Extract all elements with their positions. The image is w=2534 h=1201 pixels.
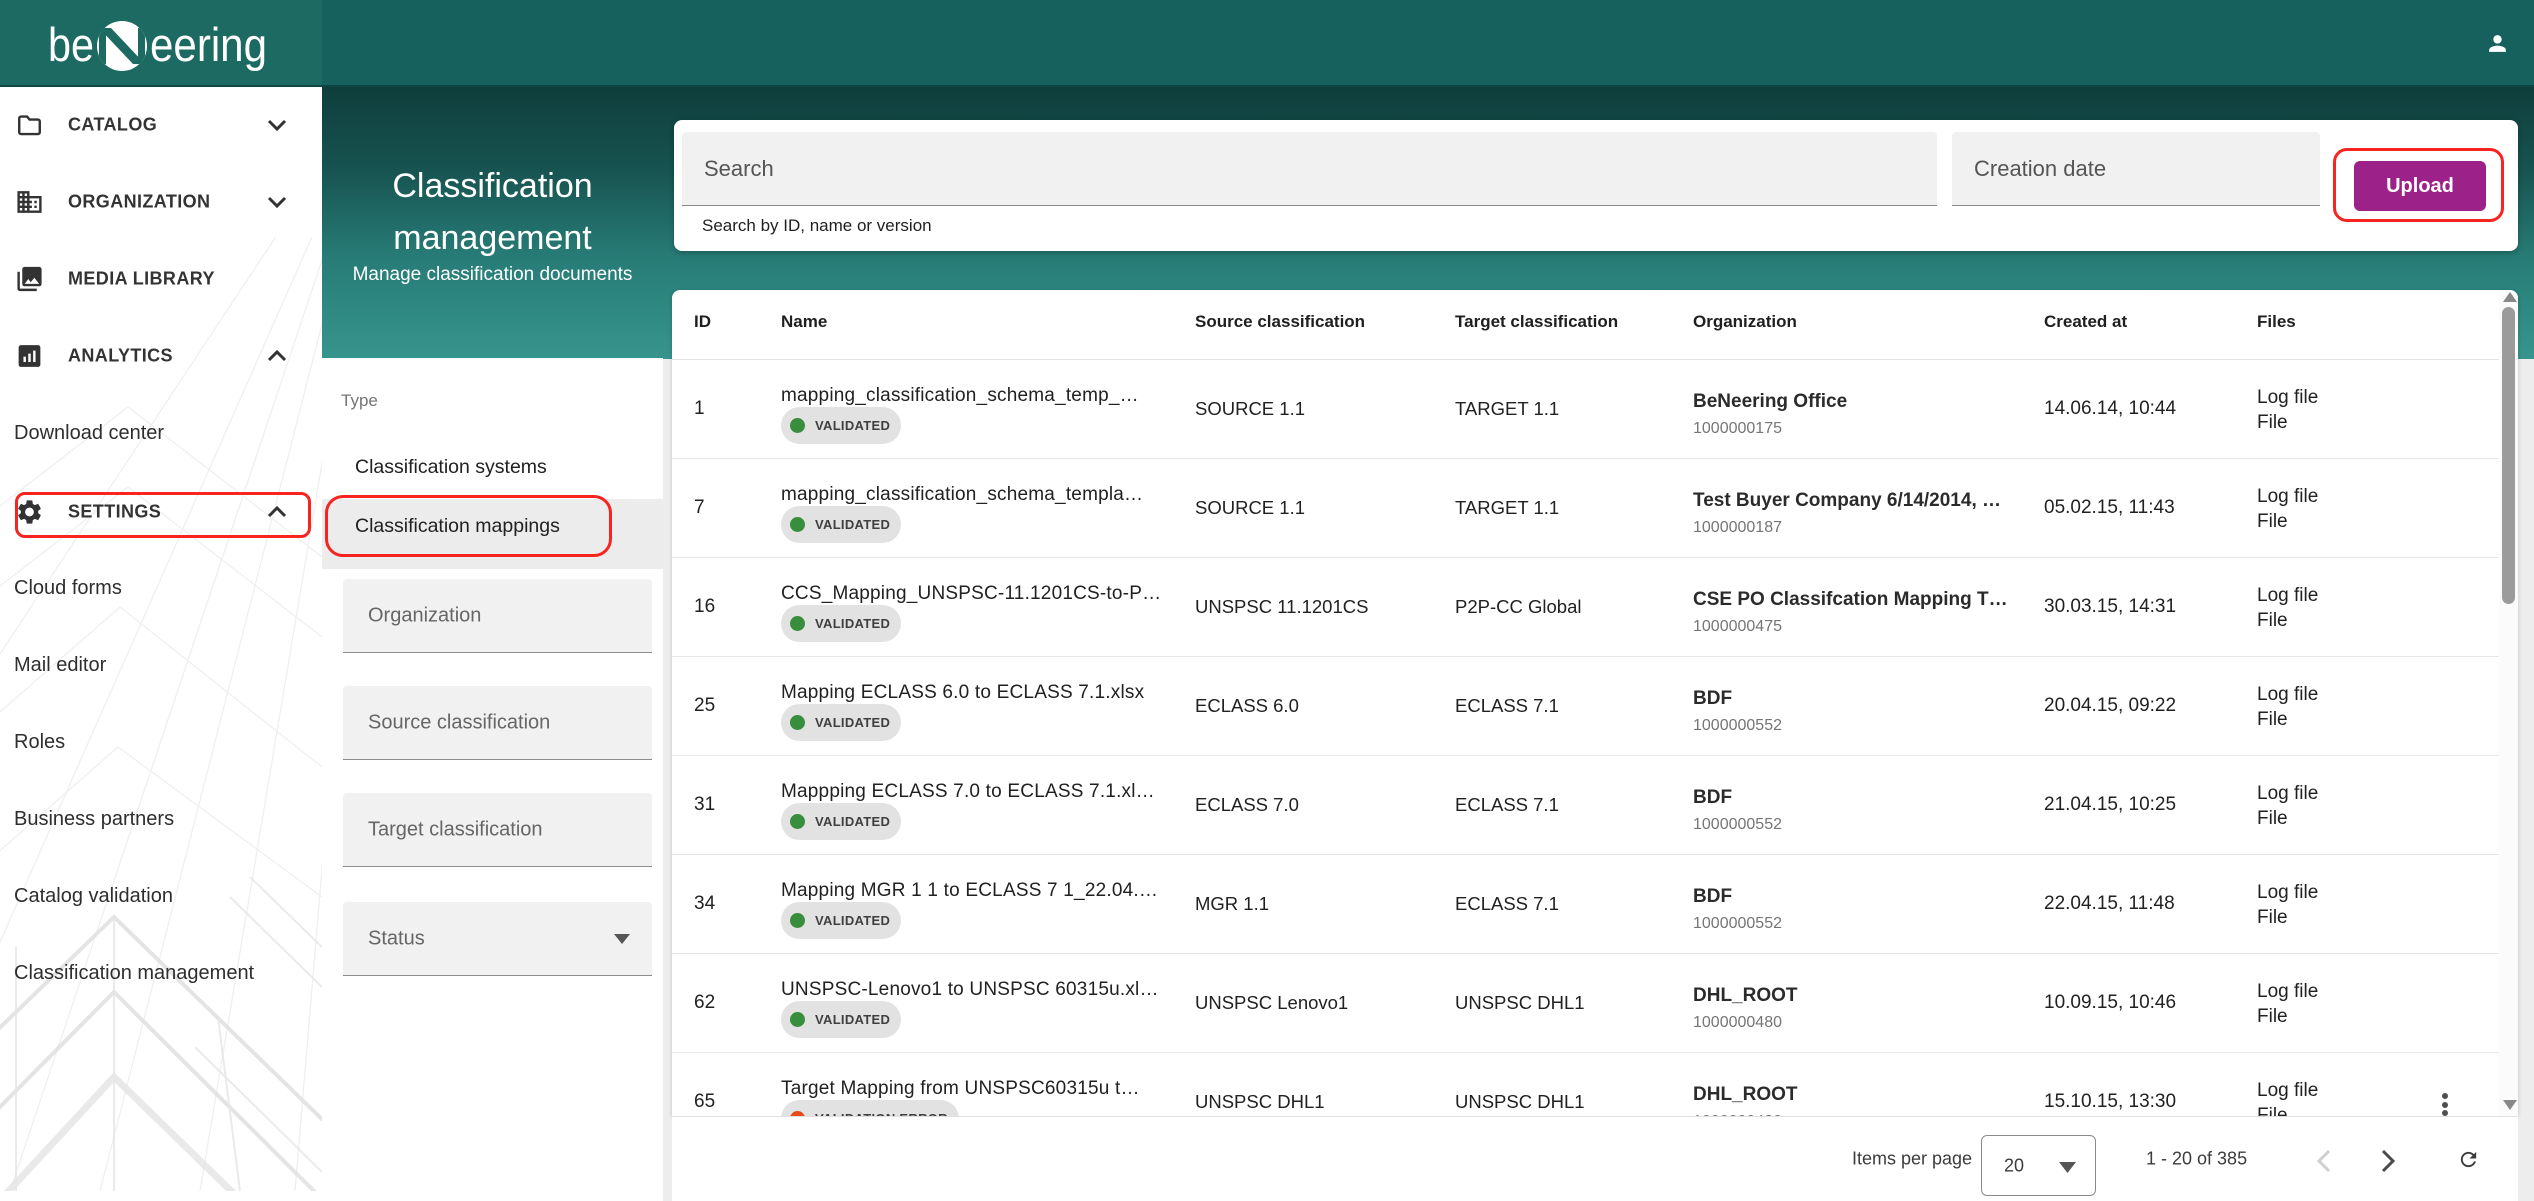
svg-text:eering: eering	[150, 18, 267, 71]
svg-text:be: be	[48, 18, 94, 71]
